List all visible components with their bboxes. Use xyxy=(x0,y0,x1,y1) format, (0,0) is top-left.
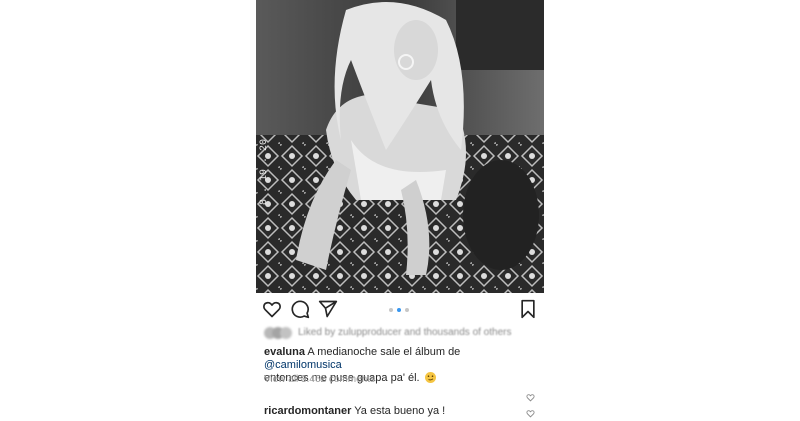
caption-text-before: A medianoche sale el álbum de xyxy=(307,346,461,358)
avatar xyxy=(280,327,292,339)
caption-like-heart-icon[interactable] xyxy=(526,393,535,402)
action-bar xyxy=(256,299,544,321)
comment-icon[interactable] xyxy=(290,299,310,319)
carousel-dot xyxy=(389,308,393,312)
likes-row[interactable]: Liked by zulupproducer and thousands of … xyxy=(264,327,540,341)
comment: ricardomontaner Ya esta bueno ya ! xyxy=(264,405,445,417)
carousel-indicator xyxy=(389,308,411,312)
view-all-comments-link[interactable]: View all 3.462 comments xyxy=(264,374,375,385)
comment-text: Ya esta bueno ya ! xyxy=(354,405,446,417)
caption-username[interactable]: evaluna xyxy=(264,346,305,358)
send-icon[interactable] xyxy=(318,299,338,319)
instagram-post: 8 . 19 . 20 Liked by zulupproducer and t… xyxy=(256,0,544,421)
heart-icon[interactable] xyxy=(262,299,282,319)
carousel-dot-active xyxy=(397,308,401,312)
smirk-emoji-icon xyxy=(424,372,436,383)
liker-avatars xyxy=(264,327,294,339)
bookmark-icon[interactable] xyxy=(518,299,538,319)
post-photo[interactable]: 8 . 19 . 20 xyxy=(256,0,544,293)
likes-text[interactable]: Liked by zulupproducer and thousands of … xyxy=(298,327,511,338)
photo-image: 8 . 19 . 20 xyxy=(256,0,544,293)
comment-username[interactable]: ricardomontaner xyxy=(264,405,351,417)
photo-date-stamp: 8 . 19 . 20 xyxy=(259,139,270,205)
comment-like-heart-icon[interactable] xyxy=(526,409,535,418)
caption-mention[interactable]: @camilomusica xyxy=(264,359,342,371)
carousel-dot xyxy=(405,308,409,312)
